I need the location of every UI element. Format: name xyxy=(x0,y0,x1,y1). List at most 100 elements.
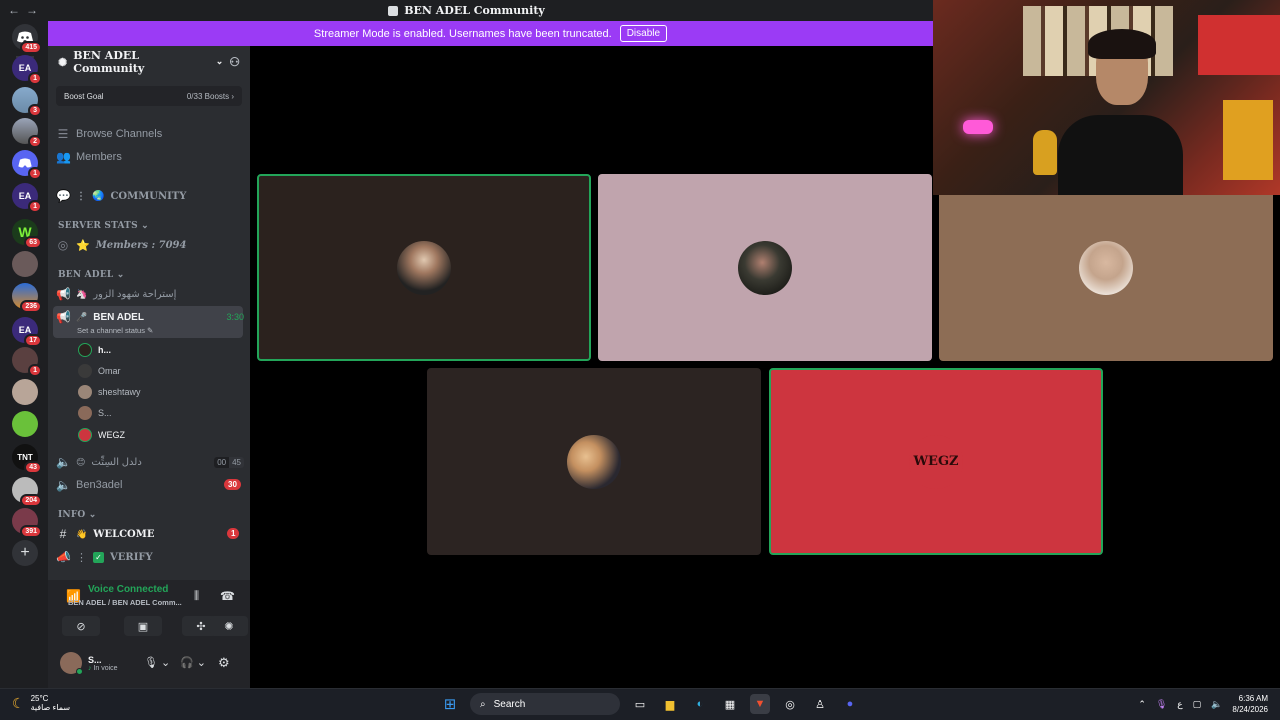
voice-member[interactable]: h... xyxy=(78,341,111,359)
voice-member[interactable]: S... xyxy=(78,404,112,422)
category-server-stats[interactable]: SERVER STATS ⌄ xyxy=(58,221,149,231)
poster-right xyxy=(1223,100,1273,180)
home-button[interactable]: 415 xyxy=(12,24,42,54)
video-tile[interactable] xyxy=(598,174,932,361)
noise-suppression-icon[interactable]: ⫼ xyxy=(194,590,199,603)
network-icon[interactable]: ▢ xyxy=(1193,699,1202,710)
voice-member[interactable]: Omar xyxy=(78,362,121,380)
category-info[interactable]: INFO ⌄ xyxy=(58,510,97,520)
taskbar-apps: ⊞ ⌕ Search ▭ ▆ ◐ ▦ ▼ ◎ ♙ ● xyxy=(440,693,860,715)
video-tile[interactable] xyxy=(257,174,591,361)
voice-status: Voice Connected xyxy=(88,584,169,595)
channel-rest[interactable]: 📢 🦄 إستراحة شهود الزور xyxy=(56,284,244,304)
voice-channel-ben3adel[interactable]: 🔈 Ben3adel xyxy=(56,475,244,495)
screen-share-button[interactable]: ▣ xyxy=(124,616,162,636)
forum-icon: 💬 xyxy=(56,189,71,203)
voice-member[interactable]: sheshtawy xyxy=(78,383,141,401)
voice-channel-path[interactable]: BEN ADEL / BEN ADEL Comm... xyxy=(68,598,182,607)
server-icon[interactable]: 236 xyxy=(12,283,42,313)
notification-badge: 17 xyxy=(24,334,42,347)
video-tile[interactable]: WEGZ xyxy=(769,368,1103,555)
chevron-up-icon[interactable]: ⌃ xyxy=(1138,699,1146,710)
discord-window: ←→ BEN ADEL Community Streamer Mode is e… xyxy=(0,0,1280,720)
start-button[interactable]: ⊞ xyxy=(440,694,460,714)
avatar xyxy=(78,385,92,399)
search-box[interactable]: ⌕ Search xyxy=(470,693,620,715)
brave-browser-icon[interactable]: ▼ xyxy=(750,694,770,714)
forward-arrow-icon[interactable]: → xyxy=(26,3,44,17)
microphone-icon[interactable]: 🎙 ⌄ xyxy=(144,656,170,669)
user-name: S... xyxy=(88,654,102,665)
server-icon[interactable]: 2 xyxy=(12,118,42,148)
task-view-icon[interactable]: ▭ xyxy=(630,694,650,714)
video-tile[interactable] xyxy=(939,174,1273,361)
speaker-icon: 🔈 xyxy=(56,478,71,492)
server-icon[interactable]: 1 xyxy=(12,347,42,377)
voice-member[interactable]: WEGZ xyxy=(78,426,125,444)
microphone-tray-icon[interactable]: 🎙 xyxy=(1156,699,1167,710)
camera-off-icon: ⊘ xyxy=(76,620,86,633)
participant-avatar xyxy=(397,240,451,295)
channel-community[interactable]: 💬 ⋮ 🌏 COMMUNITY xyxy=(56,186,244,206)
members-label: Members xyxy=(76,151,122,163)
app-icon-2[interactable]: ♙ xyxy=(810,694,830,714)
participant-avatar xyxy=(567,434,621,489)
volume-icon[interactable]: 🔈 xyxy=(1211,699,1222,710)
server-icon[interactable] xyxy=(12,251,38,277)
server-icon[interactable]: 204 xyxy=(12,477,42,507)
browse-channels[interactable]: ☰ Browse Channels xyxy=(56,124,244,144)
voice-channel-balcony[interactable]: 🔈 😊 دلدل السِتِّت 00 45 xyxy=(56,452,244,472)
server-icon[interactable] xyxy=(12,411,38,437)
date: 8/24/2026 xyxy=(1232,705,1268,714)
nav-arrows[interactable]: ←→ xyxy=(8,3,44,17)
soundboard-button[interactable]: ✺ xyxy=(210,616,248,636)
server-icon-ea[interactable]: EA 17 xyxy=(12,317,42,347)
members-link[interactable]: 👥 Members xyxy=(56,147,244,167)
tv-screen xyxy=(1198,15,1280,75)
server-icon-ea[interactable]: EA 1 xyxy=(12,55,42,85)
disable-streamer-button[interactable]: Disable xyxy=(619,25,668,42)
server-icon[interactable] xyxy=(12,379,38,405)
discord-taskbar-icon[interactable]: ● xyxy=(840,694,860,714)
server-icon[interactable]: 3 xyxy=(12,87,42,117)
server-label: EA xyxy=(18,191,32,201)
server-icon-w[interactable]: W 63 xyxy=(12,219,42,249)
mic-emoji-icon: 🎤 xyxy=(76,311,88,322)
server-icon[interactable]: 391 xyxy=(12,508,42,538)
wegz-logo: WEGZ xyxy=(913,454,959,469)
set-channel-status[interactable]: Set a channel status ✎ xyxy=(77,326,153,335)
participant-avatar xyxy=(1079,240,1133,295)
language-indicator[interactable]: ع xyxy=(1177,699,1182,710)
stage-icon: 📢 xyxy=(56,310,71,324)
back-arrow-icon[interactable]: ← xyxy=(8,3,26,17)
notification-badge: 63 xyxy=(24,236,42,249)
clock[interactable]: 6:36 AM 8/24/2026 xyxy=(1232,693,1268,715)
server-icon-discord[interactable]: 1 xyxy=(12,150,42,180)
server-header[interactable]: ✺ BEN ADEL Community ⌄ ⚇ xyxy=(48,46,250,78)
server-icon-ea[interactable]: EA 1 xyxy=(12,183,42,213)
user-area[interactable]: S... ♪ In voice xyxy=(60,652,118,675)
boost-goal-bar[interactable]: Boost Goal 0/33 Boosts › xyxy=(56,86,242,106)
app-icon[interactable]: ◎ xyxy=(780,694,800,714)
add-server-button[interactable]: + xyxy=(12,540,38,566)
video-off-button[interactable]: ⊘ xyxy=(62,616,100,636)
channel-verify[interactable]: 📣 ⋮ ✓ VERIFY xyxy=(56,547,244,567)
settings-gear-icon[interactable]: ⚙ xyxy=(218,655,230,671)
headphones-icon[interactable]: 🎧 ⌄ xyxy=(180,656,206,669)
server-icon-tnt[interactable]: TNT 43 xyxy=(12,444,42,474)
weather-widget[interactable]: ☾ 25°C سماء صافية xyxy=(12,694,70,712)
category-ben-adel[interactable]: BEN ADEL ⌄ xyxy=(58,270,124,280)
trophy xyxy=(1033,130,1057,175)
store-icon[interactable]: ▦ xyxy=(720,694,740,714)
channel-name: Ben3adel xyxy=(76,479,123,491)
voice-channel-ben-adel[interactable]: 📢 🎤 BEN ADEL 3:30 xyxy=(56,307,244,327)
video-tile[interactable] xyxy=(427,368,761,555)
channel-welcome[interactable]: # 👋 WELCOME xyxy=(56,524,244,544)
member-name: S... xyxy=(98,408,112,418)
edge-browser-icon[interactable]: ◐ xyxy=(690,694,710,714)
file-explorer-icon[interactable]: ▆ xyxy=(660,694,680,714)
notification-badge: 236 xyxy=(20,300,42,313)
invite-people-icon[interactable]: ⚇ xyxy=(229,55,240,69)
channel-members-stat[interactable]: ◎ ⭐ Members : 7094 xyxy=(56,235,244,255)
disconnect-icon[interactable]: ☎ xyxy=(220,589,235,603)
